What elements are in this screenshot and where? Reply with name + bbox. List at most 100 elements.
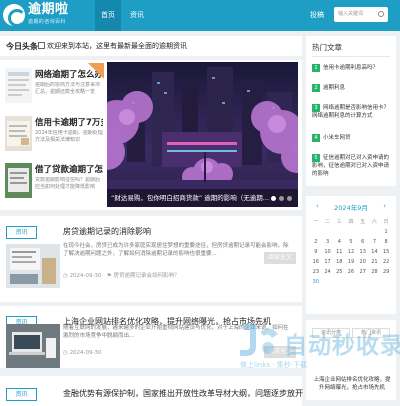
calendar-day[interactable]: 5 [345, 239, 357, 245]
calendar-day[interactable]: 24 [322, 269, 334, 275]
announcement-text[interactable]: 欢迎来到本站，这里有最新最全面的逾期资讯 [47, 41, 187, 51]
announcement-icon [38, 42, 45, 49]
slider-caption[interactable]: “财达易购，包你明白招商货款” 逾期的影响（无逾期... [107, 189, 298, 207]
article-extra[interactable]: 房贷逾期记录会如何影响？ [113, 273, 179, 279]
watermark-logo-icon [240, 324, 278, 356]
announcement-title: 今日头条 [6, 42, 38, 51]
featured-item-desc: 逾期后的协商方法与注意事项汇总，逾期还款全攻略一览 [35, 82, 101, 95]
calendar-weekday: 二 [325, 219, 331, 225]
calendar-day[interactable]: 20 [357, 259, 369, 265]
watermark-text: 自动秒收录 [284, 333, 400, 359]
featured-slider[interactable]: “财达易购，包你明白招商货款” 逾期的影响（无逾期... [107, 62, 298, 207]
calendar-day[interactable]: 21 [369, 259, 381, 265]
logo-text[interactable]: 逾期啦 [28, 3, 69, 17]
login-button[interactable]: 投稿 [310, 8, 328, 22]
hot-item-text[interactable]: 网络逾期是否影响信用卡？网络逾期利息的计算方式 [312, 105, 389, 119]
slider-dot[interactable] [279, 196, 284, 201]
calendar-day [310, 229, 322, 235]
featured-item[interactable]: 信用卡逾期了7万多 2024年信用卡逾期，逾期处理方法及相关法律知识 [5, 116, 103, 160]
article-tag[interactable]: 资讯 [6, 226, 37, 239]
calendar-day[interactable]: 14 [369, 249, 381, 255]
article-tag[interactable]: 资讯 [6, 388, 37, 401]
calendar-day[interactable]: 4 [333, 239, 345, 245]
article-thumbnail[interactable] [5, 163, 32, 198]
article-thumbnail[interactable] [6, 324, 60, 368]
calendar-day[interactable]: 16 [310, 259, 322, 265]
slider-image[interactable] [107, 62, 298, 207]
featured-item-title[interactable]: 信用卡逾期了7万多 [35, 116, 103, 128]
hot-item-text[interactable]: 征信逾期对已对入资申请的影响，征信逾期对已对入资申请的影响 [312, 155, 389, 177]
calendar-weekday: 一 [313, 219, 319, 225]
hot-item[interactable]: 5 征信逾期对已对入资申请的影响，征信逾期对已对入资申请的影响 [312, 154, 392, 178]
rank-badge: 2 [312, 84, 320, 92]
hot-item-text[interactable]: 小米车网贷 [323, 135, 351, 141]
calendar-day[interactable]: 13 [357, 249, 369, 255]
calendar-day[interactable]: 1 [380, 229, 392, 235]
read-more-button[interactable]: 阅读全文 [264, 252, 296, 264]
slider-dot[interactable] [287, 196, 292, 201]
rank-badge: 1 [312, 64, 320, 72]
calendar-day[interactable]: 9 [310, 249, 322, 255]
featured-item-desc: 贷款逾期影响征信吗？逾期后应当如何处理才能降低影响 [35, 177, 101, 190]
featured-item-desc: 2024年信用卡逾期，逾期处理方法及相关法律知识 [35, 130, 103, 143]
calendar-day [322, 229, 334, 235]
calendar-day[interactable]: 27 [357, 269, 369, 275]
calendar-day[interactable]: 25 [333, 269, 345, 275]
announcement-bar: 今日头条 欢迎来到本站，这里有最新最全面的逾期资讯 [0, 36, 302, 56]
hot-item[interactable]: 1 信用卡逾期利息高吗？ [312, 64, 392, 72]
article-title[interactable]: 房贷逾期记录的消除影响 [63, 226, 151, 237]
article-thumbnail[interactable] [6, 244, 60, 288]
calendar-day[interactable]: 7 [369, 239, 381, 245]
calendar-day[interactable]: 10 [322, 249, 334, 255]
divider [312, 56, 390, 57]
next-month-icon[interactable]: › [383, 202, 386, 210]
hot-item-text[interactable]: 逾期利息 [323, 85, 345, 91]
article-title[interactable]: 金融优势有源保护制，国家推出开放性改革导材大纲，问题逐步放开 [63, 388, 303, 399]
hot-item[interactable]: 4 小米车网贷 [312, 134, 392, 142]
calendar-day[interactable]: 3 [322, 239, 334, 245]
logo-subtitle: 逾期的咨询百科 [28, 19, 66, 25]
calendar-day[interactable]: 22 [380, 259, 392, 265]
search-icon[interactable] [378, 11, 384, 17]
featured-item[interactable]: 网络逾期了怎么办 逾期后的协商方法与注意事项汇总，逾期还款全攻略一览 [5, 68, 103, 112]
article-card: 资讯 金融优势有源保护制，国家推出开放性改革导材大纲，问题逐步放开 [0, 376, 303, 406]
top-header: 逾期啦 逾期的咨询百科 首页 资讯 投稿 输入关键词 [0, 0, 400, 31]
nav-info[interactable]: 资讯 [126, 0, 148, 31]
calendar-day[interactable]: 23 [310, 269, 322, 275]
watermark-subtext: 做上links · 集秒·下载 [240, 361, 307, 369]
slider-dot[interactable] [271, 196, 276, 201]
calendar-weekday: 六 [371, 219, 377, 225]
calendar-weekday: 日 [383, 219, 389, 225]
rank-badge: 5 [312, 154, 320, 162]
featured-item-title[interactable]: 借了贷款逾期了怎么办 [35, 163, 103, 175]
hot-item[interactable]: 3 网络逾期是否影响信用卡？网络逾期利息的计算方式 [312, 104, 392, 120]
calendar-day[interactable]: 8 [380, 239, 392, 245]
calendar-day[interactable]: 30 [310, 279, 322, 285]
calendar-day[interactable]: 6 [357, 239, 369, 245]
featured-item-title[interactable]: 网络逾期了怎么办 [35, 68, 103, 80]
calendar-day[interactable]: 11 [333, 249, 345, 255]
article-meta: ◷ 2024-09-30 ⚑ 房贷逾期记录会如何影响？ [63, 271, 179, 279]
calendar-day[interactable]: 19 [345, 259, 357, 265]
calendar-day[interactable]: 2 [310, 239, 322, 245]
article-date: 2024-09-30 [69, 273, 102, 279]
article-date: 2024-09-30 [69, 350, 102, 356]
calendar-day[interactable]: 15 [380, 249, 392, 255]
calendar-day[interactable]: 18 [333, 259, 345, 265]
calendar-day[interactable]: 12 [345, 249, 357, 255]
calendar-day[interactable]: 28 [369, 269, 381, 275]
featured-item[interactable]: 借了贷款逾期了怎么办 贷款逾期影响征信吗？逾期后应当如何处理才能降低影响 [5, 163, 103, 207]
hot-item-text[interactable]: 信用卡逾期利息高吗？ [323, 65, 378, 71]
calendar-day [333, 229, 345, 235]
calendar-day[interactable]: 29 [380, 269, 392, 275]
nav-home[interactable]: 首页 [95, 0, 121, 31]
logo-icon[interactable] [3, 4, 26, 27]
hot-item[interactable]: 2 逾期利息 [312, 84, 392, 92]
calendar-day[interactable]: 26 [345, 269, 357, 275]
calendar-day[interactable]: 17 [322, 259, 334, 265]
slider-dots [271, 196, 292, 201]
calendar-weekday: 三 [336, 219, 342, 225]
article-thumbnail[interactable] [5, 116, 32, 151]
recent-item[interactable]: 上海企业网站排名优化攻略，提升网络曝光，抢占市场先机 [312, 376, 392, 392]
article-thumbnail[interactable] [5, 68, 32, 103]
